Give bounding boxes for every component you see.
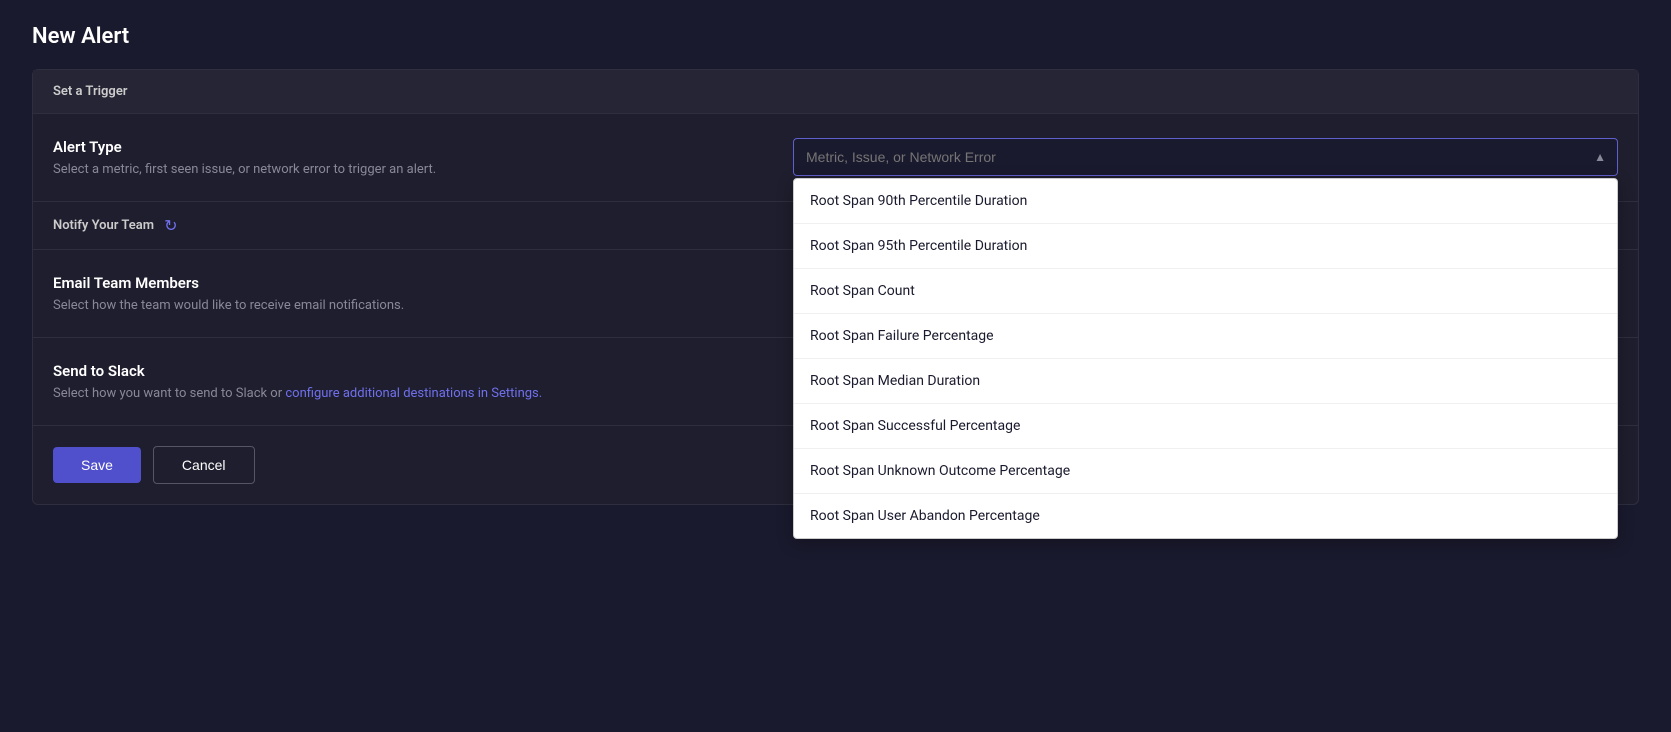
trigger-section-header: Set a Trigger xyxy=(33,70,1638,114)
page-title: New Alert xyxy=(32,24,1639,49)
alert-type-select-wrapper: ▲ Root Span 90th Percentile Duration Roo… xyxy=(793,138,1618,176)
slack-section-left: Send to Slack Select how you want to sen… xyxy=(53,362,753,401)
slack-settings-link[interactable]: configure additional destinations in Set… xyxy=(285,386,542,401)
card-body: Alert Type Select a metric, first seen i… xyxy=(33,114,1638,504)
slack-section-description: Select how you want to send to Slack or … xyxy=(53,386,753,401)
slack-section-title: Send to Slack xyxy=(53,362,753,380)
dropdown-item-0[interactable]: Root Span 90th Percentile Duration xyxy=(794,179,1617,224)
alert-type-input[interactable] xyxy=(793,138,1618,176)
alert-type-right: ▲ Root Span 90th Percentile Duration Roo… xyxy=(793,138,1618,176)
alert-type-section: Alert Type Select a metric, first seen i… xyxy=(33,114,1638,202)
dropdown-item-4[interactable]: Root Span Median Duration xyxy=(794,359,1617,404)
refresh-icon[interactable]: ↻ xyxy=(164,216,177,235)
dropdown-item-2[interactable]: Root Span Count xyxy=(794,269,1617,314)
new-alert-card: Set a Trigger Alert Type Select a metric… xyxy=(32,69,1639,505)
dropdown-item-5[interactable]: Root Span Successful Percentage xyxy=(794,404,1617,449)
notify-title: Notify Your Team xyxy=(53,218,154,233)
cancel-button[interactable]: Cancel xyxy=(153,446,255,484)
email-section-left: Email Team Members Select how the team w… xyxy=(53,274,753,313)
alert-type-title: Alert Type xyxy=(53,138,753,156)
email-section-description: Select how the team would like to receiv… xyxy=(53,298,753,313)
alert-type-left: Alert Type Select a metric, first seen i… xyxy=(53,138,753,177)
dropdown-item-3[interactable]: Root Span Failure Percentage xyxy=(794,314,1617,359)
dropdown-item-7[interactable]: Root Span User Abandon Percentage xyxy=(794,494,1617,538)
alert-type-dropdown: Root Span 90th Percentile Duration Root … xyxy=(793,178,1618,539)
dropdown-item-1[interactable]: Root Span 95th Percentile Duration xyxy=(794,224,1617,269)
alert-type-description: Select a metric, first seen issue, or ne… xyxy=(53,162,753,177)
save-button[interactable]: Save xyxy=(53,447,141,483)
email-section-title: Email Team Members xyxy=(53,274,753,292)
dropdown-item-6[interactable]: Root Span Unknown Outcome Percentage xyxy=(794,449,1617,494)
